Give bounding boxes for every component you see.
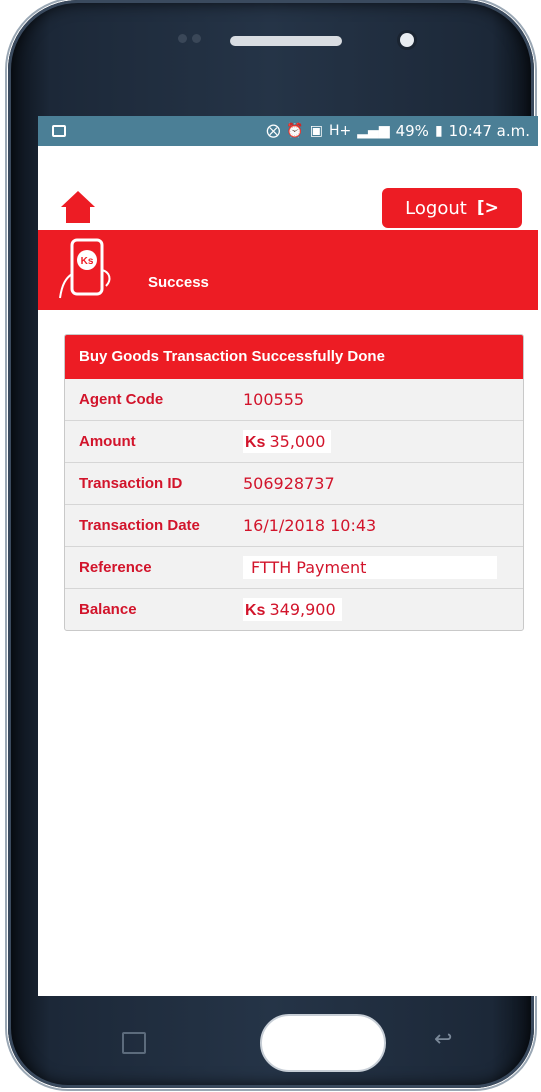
signal-icon: ▂▄▆: [357, 123, 390, 139]
logout-icon: [>: [476, 198, 499, 218]
amount-value: 35,000: [269, 431, 326, 451]
banner-title: Success: [148, 274, 209, 291]
home-icon[interactable]: [60, 190, 96, 224]
agent-code-value: 100555: [243, 390, 305, 409]
row-reference: Reference FTTH Payment: [65, 546, 523, 588]
reference-value: FTTH Payment: [243, 556, 497, 579]
top-bar: Logout [>: [38, 146, 538, 230]
earpiece-speaker: [230, 36, 342, 46]
clock: 10:47 a.m.: [448, 122, 530, 140]
row-transaction-id: Transaction ID 506928737: [65, 462, 523, 504]
transaction-card: Buy Goods Transaction Successfully Done …: [64, 334, 524, 631]
mobile-payment-icon: Ks: [59, 238, 111, 299]
row-transaction-date: Transaction Date 16/1/2018 10:43: [65, 504, 523, 546]
amount-currency: Ks: [245, 433, 266, 451]
light-sensor: [192, 34, 201, 43]
transaction-rows: Agent Code 100555 Amount Ks 35,000 Transa…: [65, 379, 523, 630]
battery-percent: 49%: [395, 122, 429, 140]
front-camera: [400, 33, 414, 47]
row-amount: Amount Ks 35,000: [65, 420, 523, 462]
transaction-date-value: 16/1/2018 10:43: [243, 516, 377, 535]
balance-label: Balance: [79, 601, 137, 618]
gallery-icon: [52, 125, 66, 137]
nfc-icon: ▣: [309, 123, 324, 139]
transaction-id-label: Transaction ID: [79, 475, 183, 492]
status-icons: ⨂ ⏰ ▣ H+ ▂▄▆ 49% ▮ 10:47 a.m.: [266, 122, 530, 140]
transaction-date-label: Transaction Date: [79, 517, 200, 534]
amount-value-wrap: Ks 35,000: [243, 429, 332, 453]
agent-code-label: Agent Code: [79, 391, 164, 408]
balance-currency: Ks: [245, 601, 266, 619]
reference-value-wrap: FTTH Payment: [243, 556, 497, 579]
amount-box: Ks 35,000: [243, 429, 332, 453]
row-balance: Balance Ks 349,900: [65, 588, 523, 630]
hardware-nav-bar: ↩: [38, 996, 538, 1088]
transaction-header: Buy Goods Transaction Successfully Done: [65, 335, 523, 379]
row-agent-code: Agent Code 100555: [65, 379, 523, 420]
balance-value: 349,900: [269, 599, 336, 619]
alarm-icon: ⏰: [286, 123, 304, 139]
reference-label: Reference: [79, 559, 152, 576]
balance-box: Ks 349,900: [243, 597, 342, 621]
logo-text: Ks: [81, 256, 94, 267]
transaction-id-value: 506928737: [243, 474, 335, 493]
phone-screen: ⨂ ⏰ ▣ H+ ▂▄▆ 49% ▮ 10:47 a.m. Logout [> …: [38, 116, 538, 996]
back-icon[interactable]: ↩: [434, 1026, 452, 1052]
battery-icon: ▮: [434, 123, 443, 139]
proximity-sensor: [178, 34, 187, 43]
success-banner: Ks Success: [38, 230, 538, 310]
mute-icon: ⨂: [266, 123, 281, 139]
logout-label: Logout: [405, 197, 467, 219]
home-hardware-button[interactable]: [260, 1014, 386, 1072]
logout-button[interactable]: Logout [>: [382, 188, 522, 228]
balance-value-wrap: Ks 349,900: [243, 597, 342, 621]
hplus-icon: H+: [329, 123, 352, 139]
amount-label: Amount: [79, 433, 136, 450]
status-bar: ⨂ ⏰ ▣ H+ ▂▄▆ 49% ▮ 10:47 a.m.: [38, 116, 538, 146]
recent-apps-icon[interactable]: [122, 1032, 146, 1054]
